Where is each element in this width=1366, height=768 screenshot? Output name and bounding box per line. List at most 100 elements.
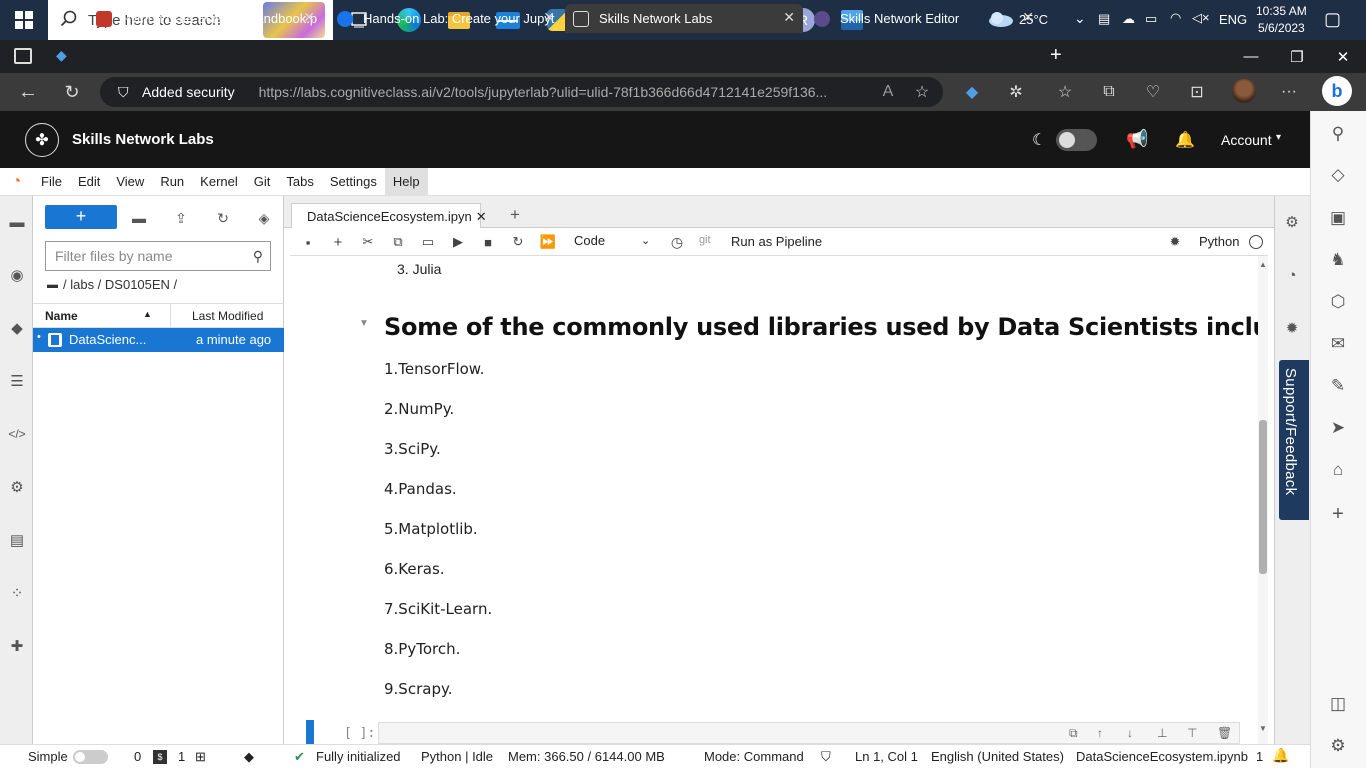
- file-row[interactable]: • DataScienc... a minute ago: [33, 328, 284, 352]
- new-launcher-button[interactable]: +: [45, 205, 117, 229]
- close-icon[interactable]: ✕: [303, 9, 315, 26]
- menu-tabs[interactable]: Tabs: [278, 168, 321, 196]
- close-icon[interactable]: ✕: [543, 9, 555, 26]
- spellcheck-language[interactable]: English (United States): [931, 749, 1064, 764]
- browser-tab-hands-on-lab[interactable]: Hands-on Lab: Create your Jupyt ✕: [329, 4, 563, 33]
- notification-count[interactable]: 1: [1256, 749, 1263, 764]
- browser-tab-skills-network-editor[interactable]: Skills Network Editor ✕: [806, 4, 1042, 33]
- notification-bell-icon[interactable]: 🔔: [1175, 130, 1195, 150]
- browser-tab-handbook[interactable]: Python Data Science Handbook.p ✕: [88, 4, 323, 33]
- clock-time[interactable]: 10:35 AM: [1256, 4, 1307, 18]
- kernel-chip-icon[interactable]: ⊞: [195, 749, 206, 765]
- git-clone-icon[interactable]: ◈: [255, 209, 273, 227]
- skills-network-logo-icon[interactable]: ✤: [25, 123, 59, 157]
- debugger-icon[interactable]: ✹: [1281, 317, 1303, 339]
- duplicate-cell-icon[interactable]: ⧉: [1069, 726, 1078, 741]
- app-title[interactable]: Skills Network Labs: [72, 131, 214, 148]
- sort-ascending-icon[interactable]: ▲: [143, 309, 152, 319]
- support-feedback-label[interactable]: Support/Feedback: [1282, 368, 1299, 495]
- cut-icon[interactable]: ✂: [359, 233, 377, 251]
- minimize-icon[interactable]: —: [1228, 40, 1274, 73]
- folder-icon[interactable]: ▬: [6, 211, 28, 233]
- clock-icon[interactable]: ◷: [668, 233, 686, 251]
- elyra-pipeline-icon[interactable]: ▤: [6, 529, 28, 551]
- debugger-icon[interactable]: ✹: [1166, 233, 1184, 251]
- cell-type-select[interactable]: Code: [574, 233, 605, 248]
- git-diff-label[interactable]: git: [699, 234, 711, 246]
- tools-icon[interactable]: ▣: [1327, 207, 1349, 229]
- chevron-down-icon[interactable]: ▾: [1276, 132, 1281, 143]
- menu-help[interactable]: Help: [384, 167, 428, 196]
- git-branch-icon[interactable]: ◆: [244, 749, 254, 765]
- window-close-icon[interactable]: ✕: [1320, 40, 1366, 73]
- support-feedback-tab[interactable]: Support/Feedback: [1279, 360, 1309, 520]
- components-icon[interactable]: ⁘: [6, 582, 28, 604]
- menu-kernel[interactable]: Kernel: [192, 168, 246, 196]
- profile-avatar[interactable]: [1232, 79, 1256, 103]
- notification-bell-icon[interactable]: 🔔: [1272, 747, 1289, 764]
- onedrive-icon[interactable]: ☁: [1122, 11, 1135, 27]
- security-label[interactable]: Added security: [142, 84, 235, 100]
- delete-cell-icon[interactable]: 🗑: [1217, 726, 1232, 740]
- run-as-pipeline-button[interactable]: Run as Pipeline: [731, 234, 822, 249]
- restart-icon[interactable]: ↻: [509, 233, 527, 251]
- close-icon[interactable]: ✕: [476, 209, 487, 225]
- resource-usage-icon[interactable]: ◔: [1281, 264, 1303, 286]
- stop-icon[interactable]: ■: [479, 233, 497, 251]
- favorite-add-icon[interactable]: ☆: [912, 82, 932, 102]
- save-icon[interactable]: ▪: [299, 233, 317, 251]
- address-bar[interactable]: ⛉ Added security https://labs.cognitivec…: [100, 77, 943, 107]
- running-sessions-icon[interactable]: ◉: [6, 264, 28, 286]
- designer-icon[interactable]: ✎: [1327, 375, 1349, 397]
- insert-cell-icon[interactable]: +: [329, 233, 347, 251]
- collapse-arrow-icon[interactable]: ▼: [359, 318, 369, 329]
- table-of-contents-icon[interactable]: ☰: [6, 370, 28, 392]
- code-snippets-icon[interactable]: </>: [6, 423, 28, 445]
- folder-icon[interactable]: ▬: [47, 279, 58, 291]
- chevron-down-icon[interactable]: ⌄: [641, 234, 650, 247]
- battery-icon[interactable]: ▭: [1145, 11, 1157, 27]
- chevron-up-icon[interactable]: ⌄: [1074, 10, 1086, 27]
- performance-icon[interactable]: ♡: [1143, 82, 1163, 102]
- menu-settings[interactable]: Settings: [322, 168, 385, 196]
- filter-files-input[interactable]: Filter files by name ⚲: [45, 241, 271, 271]
- notebook-scrollbar[interactable]: ▲ ▼: [1258, 256, 1268, 744]
- copy-icon[interactable]: ⧉: [389, 233, 407, 251]
- microsoft365-icon[interactable]: ⬡: [1327, 291, 1349, 313]
- property-inspector-icon[interactable]: ⚙: [6, 476, 28, 498]
- property-inspector-icon[interactable]: ⚙: [1281, 211, 1303, 233]
- menu-git[interactable]: Git: [246, 168, 279, 196]
- terminal-icon[interactable]: $: [153, 750, 167, 764]
- search-icon[interactable]: ⚲: [1327, 123, 1349, 145]
- scrollbar-thumb[interactable]: [1259, 420, 1267, 574]
- breadcrumb-path[interactable]: / labs / DS0105EN /: [63, 277, 177, 292]
- move-up-icon[interactable]: ↑: [1097, 726, 1103, 740]
- code-cell-input[interactable]: ⧉ ↑ ↓ ⊥ ⊤ 🗑: [378, 722, 1240, 744]
- kernel-status[interactable]: Python | Idle: [421, 749, 493, 764]
- close-icon[interactable]: ✕: [783, 9, 795, 26]
- bing-icon[interactable]: b: [1322, 76, 1352, 106]
- favorites-icon[interactable]: ☆: [1055, 82, 1075, 102]
- paste-icon[interactable]: ▭: [419, 233, 437, 251]
- new-folder-icon[interactable]: ▬: [130, 209, 148, 227]
- run-icon[interactable]: ▶: [449, 233, 467, 251]
- new-tab-plus-icon[interactable]: +: [510, 205, 520, 225]
- notebook-tab[interactable]: DataScienceEcosystem.ipyn ✕: [291, 203, 487, 229]
- tab-actions-icon[interactable]: [14, 48, 32, 64]
- insert-below-icon[interactable]: ⊤: [1187, 726, 1197, 740]
- menu-edit[interactable]: Edit: [70, 168, 108, 196]
- drop-icon[interactable]: ⌂: [1327, 459, 1349, 481]
- new-tab-icon[interactable]: +: [1050, 44, 1062, 67]
- cursor-position[interactable]: Ln 1, Col 1: [855, 749, 918, 764]
- screenshot-icon[interactable]: ⊡: [1187, 82, 1207, 102]
- read-aloud-icon[interactable]: A: [878, 82, 898, 102]
- insert-above-icon[interactable]: ⊥: [1157, 726, 1167, 740]
- column-last-modified[interactable]: Last Modified: [192, 309, 263, 323]
- menu-view[interactable]: View: [108, 168, 152, 196]
- scroll-up-icon[interactable]: ▲: [1259, 260, 1267, 269]
- git-icon[interactable]: ◆: [6, 317, 28, 339]
- extensions-icon[interactable]: ✲: [1006, 82, 1026, 102]
- back-icon[interactable]: ←: [18, 81, 38, 103]
- kernel-count[interactable]: 1: [178, 749, 185, 764]
- menu-file[interactable]: File: [33, 168, 70, 196]
